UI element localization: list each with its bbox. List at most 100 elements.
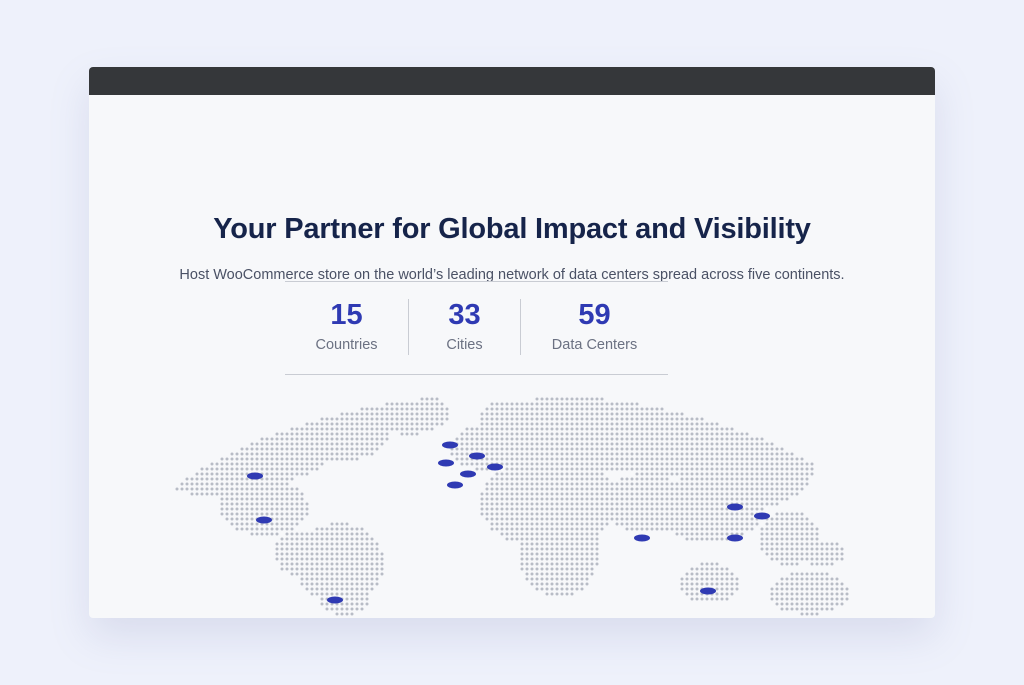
map-dot — [400, 412, 404, 416]
map-dot — [485, 457, 489, 461]
map-dot — [775, 497, 779, 501]
map-dot — [550, 402, 554, 406]
map-dot — [690, 587, 694, 591]
map-dot — [785, 562, 789, 566]
map-dot — [735, 432, 739, 436]
map-dot — [635, 472, 639, 476]
map-dot — [525, 472, 529, 476]
map-dot — [260, 512, 264, 516]
map-dot — [700, 562, 704, 566]
map-dot — [360, 592, 364, 596]
map-dot — [725, 512, 729, 516]
map-dot — [465, 457, 469, 461]
map-dot — [280, 562, 284, 566]
map-dot — [630, 407, 634, 411]
map-dot — [565, 542, 569, 546]
map-dot — [550, 572, 554, 576]
map-dot — [630, 497, 634, 501]
map-dot — [365, 532, 369, 536]
map-dot — [355, 447, 359, 451]
map-dot — [675, 417, 679, 421]
map-dot — [330, 567, 334, 571]
map-dot — [315, 552, 319, 556]
map-dot — [225, 457, 229, 461]
map-dot — [705, 432, 709, 436]
map-dot — [485, 407, 489, 411]
map-dot — [580, 562, 584, 566]
map-dot — [305, 512, 309, 516]
map-dot — [655, 502, 659, 506]
map-dot — [760, 492, 764, 496]
map-dot — [240, 517, 244, 521]
map-dot — [305, 532, 309, 536]
map-dot — [540, 467, 544, 471]
map-dot — [320, 592, 324, 596]
map-dot — [655, 522, 659, 526]
map-dot — [310, 427, 314, 431]
map-dot — [660, 517, 664, 521]
map-dot — [765, 482, 769, 486]
map-dot — [750, 442, 754, 446]
map-dot — [560, 592, 564, 596]
map-dot — [790, 517, 794, 521]
map-dot — [230, 502, 234, 506]
map-dot — [505, 417, 509, 421]
map-dot — [355, 602, 359, 606]
map-dot — [595, 397, 599, 401]
map-dot — [795, 552, 799, 556]
map-dot — [775, 537, 779, 541]
map-dot — [550, 502, 554, 506]
map-dot — [265, 482, 269, 486]
map-dot — [220, 487, 224, 491]
map-dot — [300, 452, 304, 456]
map-dot — [345, 552, 349, 556]
map-dot — [800, 472, 804, 476]
map-dot — [570, 567, 574, 571]
stat-cities: 33 Cities — [409, 282, 520, 374]
map-dot — [515, 502, 519, 506]
map-dot — [625, 507, 629, 511]
map-dot — [525, 452, 529, 456]
map-dot — [535, 497, 539, 501]
map-dot — [530, 412, 534, 416]
map-dot — [550, 407, 554, 411]
map-dot — [530, 442, 534, 446]
map-dot — [595, 417, 599, 421]
map-dot — [390, 402, 394, 406]
map-dot — [630, 487, 634, 491]
map-dot — [585, 542, 589, 546]
map-dot — [355, 532, 359, 536]
map-dot — [290, 502, 294, 506]
map-dot — [295, 512, 299, 516]
map-dot — [630, 507, 634, 511]
map-dot — [545, 432, 549, 436]
map-dot — [580, 437, 584, 441]
map-dot — [625, 432, 629, 436]
map-dot — [550, 537, 554, 541]
map-dot — [565, 427, 569, 431]
map-dot — [810, 467, 814, 471]
map-dot — [575, 442, 579, 446]
map-dot — [650, 522, 654, 526]
map-dot — [350, 597, 354, 601]
map-dot — [680, 497, 684, 501]
map-dot — [645, 482, 649, 486]
map-dot — [295, 572, 299, 576]
map-dot — [295, 522, 299, 526]
map-dot — [800, 557, 804, 561]
map-dot — [770, 442, 774, 446]
map-dot — [800, 512, 804, 516]
map-dot — [730, 522, 734, 526]
map-dot — [795, 602, 799, 606]
map-dot — [280, 557, 284, 561]
map-dot — [600, 522, 604, 526]
map-dot — [545, 397, 549, 401]
map-dot — [545, 402, 549, 406]
map-dot — [805, 577, 809, 581]
map-dot — [440, 412, 444, 416]
map-dot — [815, 587, 819, 591]
map-dot — [590, 397, 594, 401]
map-dot — [495, 517, 499, 521]
map-dot — [825, 592, 829, 596]
map-dot — [660, 482, 664, 486]
